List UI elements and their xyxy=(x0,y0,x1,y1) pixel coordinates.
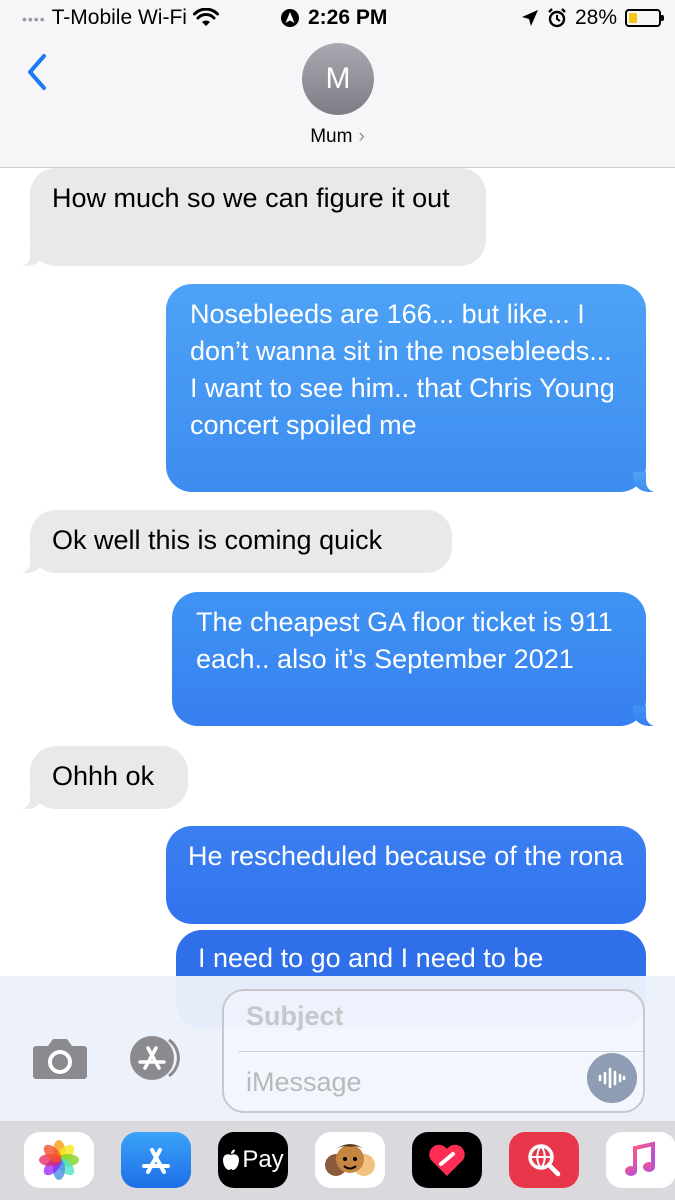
message-text: Ohhh ok xyxy=(52,761,155,791)
avatar-initial: M xyxy=(325,62,351,95)
music-icon[interactable] xyxy=(606,1132,675,1188)
subject-field[interactable]: Subject xyxy=(246,1001,344,1032)
signal-dots-icon: •••• xyxy=(22,11,46,27)
incoming-message[interactable]: How much so we can figure it out xyxy=(4,168,486,266)
app-store-button-icon[interactable] xyxy=(126,1034,186,1082)
audio-record-button[interactable] xyxy=(587,1053,637,1103)
battery-percentage: 28% xyxy=(574,6,617,29)
field-divider xyxy=(238,1051,643,1052)
alarm-icon xyxy=(548,8,566,28)
message-text: How much so we can figure it out xyxy=(52,183,450,213)
search-images-icon[interactable] xyxy=(509,1132,579,1188)
memoji-icon[interactable] xyxy=(315,1132,385,1188)
incoming-message[interactable]: Ok well this is coming quick xyxy=(4,510,452,573)
message-text: I need to go and I need to be xyxy=(198,943,544,973)
message-text: Nosebleeds are 166... but like... I don’… xyxy=(190,299,615,440)
contact-avatar[interactable]: M xyxy=(302,43,374,115)
digital-touch-icon[interactable] xyxy=(412,1132,482,1188)
imessage-field[interactable]: iMessage xyxy=(246,1067,362,1098)
photos-icon[interactable] xyxy=(24,1132,94,1188)
location-arrow-circle-icon xyxy=(281,9,299,27)
incoming-message[interactable]: Ohhh ok xyxy=(4,746,188,809)
conversation-header: •••• T-Mobile Wi-Fi 2:26 PM 28% M Mum › xyxy=(0,0,675,168)
message-text: The cheapest GA floor ticket is 911 each… xyxy=(196,607,613,674)
status-bar: •••• T-Mobile Wi-Fi 2:26 PM 28% xyxy=(0,0,675,36)
apple-pay-label: Pay xyxy=(242,1146,284,1173)
carrier-label: T-Mobile Wi-Fi xyxy=(51,6,187,29)
chevron-right-icon: › xyxy=(358,126,365,147)
back-chevron-icon[interactable] xyxy=(22,52,52,92)
outgoing-message[interactable]: The cheapest GA floor ticket is 911 each… xyxy=(172,592,672,726)
apple-pay-icon[interactable]: Pay xyxy=(218,1132,288,1188)
message-text: Ok well this is coming quick xyxy=(52,525,383,555)
compose-bar: Subject iMessage xyxy=(0,976,675,1121)
contact-name-button[interactable]: Mum › xyxy=(0,126,675,148)
contact-name: Mum xyxy=(310,126,353,147)
app-store-icon[interactable] xyxy=(121,1132,191,1188)
message-text: He rescheduled because of the rona xyxy=(188,841,624,871)
clock: 2:26 PM xyxy=(308,6,388,29)
outgoing-message[interactable]: He rescheduled because of the rona xyxy=(166,826,646,924)
battery-icon xyxy=(625,9,664,27)
outgoing-message[interactable]: Nosebleeds are 166... but like... I don’… xyxy=(166,284,672,492)
location-icon xyxy=(521,10,538,26)
message-input[interactable]: Subject iMessage xyxy=(222,989,645,1113)
wifi-icon xyxy=(192,8,219,26)
waveform-icon xyxy=(598,1067,626,1089)
app-drawer: Pay xyxy=(0,1121,675,1200)
camera-icon[interactable] xyxy=(32,1036,88,1080)
